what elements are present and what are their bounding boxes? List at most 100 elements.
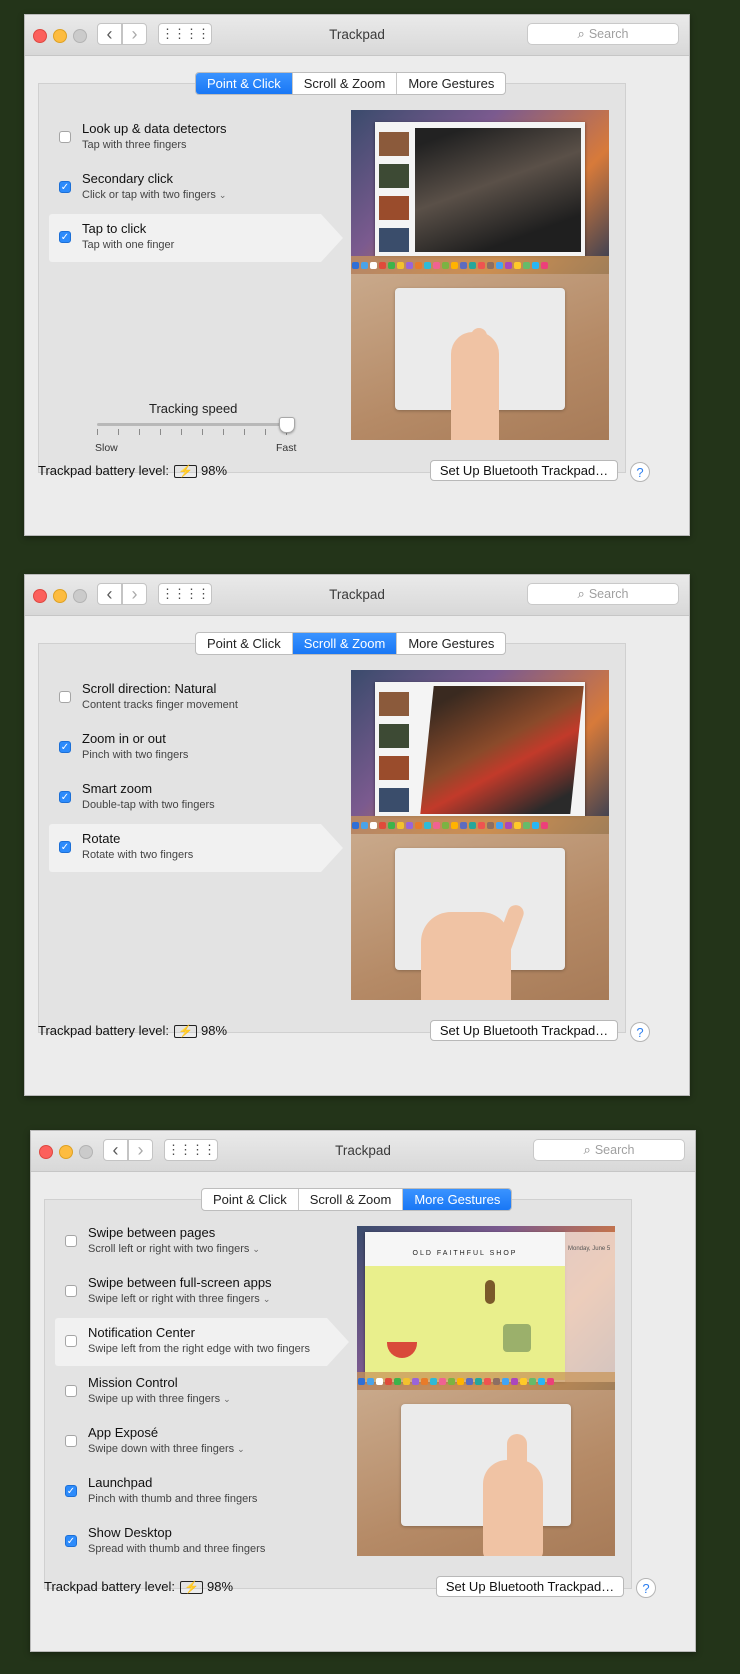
- tab-bar: Point & Click Scroll & Zoom More Gesture…: [201, 1188, 513, 1211]
- option-subtitle: Tap with one finger: [82, 239, 175, 251]
- option-subtitle[interactable]: Swipe up with three fingers ⌄: [88, 1393, 231, 1405]
- shop-name: OLD FAITHFUL SHOP: [412, 1250, 518, 1257]
- option-title: Mission Control: [88, 1375, 178, 1390]
- help-button[interactable]: ?: [630, 462, 650, 482]
- tracking-speed-slider[interactable]: [97, 423, 287, 426]
- search-field[interactable]: ⌕ Search: [527, 23, 679, 45]
- checkbox-checked[interactable]: ✓: [59, 841, 71, 853]
- slider-knob[interactable]: [279, 417, 295, 433]
- option-subtitle: Spread with thumb and three fingers: [88, 1543, 266, 1555]
- option-title: App Exposé: [88, 1425, 159, 1440]
- search-icon: ⌕: [577, 26, 585, 41]
- checkbox-checked[interactable]: ✓: [59, 791, 71, 803]
- chevron-down-icon: ⌄: [252, 1244, 260, 1254]
- option-title: Swipe between full-screen apps: [88, 1275, 272, 1290]
- checkbox-checked[interactable]: ✓: [59, 741, 71, 753]
- content-panel: Point & Click Scroll & Zoom More Gesture…: [38, 632, 626, 1033]
- gesture-preview-video: [351, 670, 609, 1000]
- option-subtitle: Swipe left from the right edge with two …: [88, 1343, 310, 1355]
- option-mission-control[interactable]: Mission Control Swipe up with three fing…: [55, 1368, 327, 1416]
- search-placeholder: Search: [588, 587, 629, 601]
- title-bar: ‹ › ⋮⋮⋮⋮ Trackpad ⌕ Search: [25, 575, 689, 616]
- option-smart-zoom[interactable]: ✓ Smart zoom Double-tap with two fingers: [49, 774, 321, 822]
- chevron-down-icon: ⌄: [223, 1394, 231, 1404]
- option-notification-center[interactable]: Notification Center Swipe left from the …: [55, 1318, 349, 1366]
- checkbox[interactable]: [65, 1385, 77, 1397]
- option-tap-to-click[interactable]: ✓ Tap to click Tap with one finger: [49, 214, 343, 262]
- title-bar: ‹ › ⋮⋮⋮⋮ Trackpad ⌕ Search: [31, 1131, 695, 1172]
- option-swipe-pages[interactable]: Swipe between pages Scroll left or right…: [55, 1218, 327, 1266]
- option-subtitle[interactable]: Swipe left or right with three fingers ⌄: [88, 1293, 270, 1305]
- setup-bluetooth-button[interactable]: Set Up Bluetooth Trackpad…: [430, 460, 618, 481]
- battery-icon: ⚡: [174, 465, 197, 478]
- checkbox[interactable]: [59, 691, 71, 703]
- preview-dock: [351, 816, 609, 834]
- option-rotate[interactable]: ✓ Rotate Rotate with two fingers: [49, 824, 343, 872]
- checkbox-checked[interactable]: ✓: [65, 1485, 77, 1497]
- tab-more-gestures[interactable]: More Gestures: [402, 1189, 512, 1210]
- option-swipe-fullscreen[interactable]: Swipe between full-screen apps Swipe lef…: [55, 1268, 327, 1316]
- option-title: Notification Center: [88, 1325, 195, 1340]
- trackpad-window-more-gestures: ‹ › ⋮⋮⋮⋮ Trackpad ⌕ Search Point & Click …: [30, 1130, 696, 1652]
- option-launchpad[interactable]: ✓ Launchpad Pinch with thumb and three f…: [55, 1468, 327, 1516]
- search-placeholder: Search: [588, 27, 629, 41]
- option-title: Rotate: [82, 831, 121, 846]
- trackpad-window-point-click: ‹ › ⋮⋮⋮⋮ Trackpad ⌕ Search Point & Click …: [24, 14, 690, 536]
- option-subtitle[interactable]: Click or tap with two fingers ⌄: [82, 189, 226, 201]
- tab-scroll-zoom[interactable]: Scroll & Zoom: [291, 633, 397, 654]
- option-show-desktop[interactable]: ✓ Show Desktop Spread with thumb and thr…: [55, 1518, 327, 1566]
- tab-bar: Point & Click Scroll & Zoom More Gesture…: [195, 72, 507, 95]
- tab-bar: Point & Click Scroll & Zoom More Gesture…: [195, 632, 507, 655]
- preview-screen: [351, 670, 609, 834]
- search-field[interactable]: ⌕ Search: [527, 583, 679, 605]
- checkbox-checked[interactable]: ✓: [65, 1535, 77, 1547]
- checkbox[interactable]: [65, 1235, 77, 1247]
- tab-scroll-zoom[interactable]: Scroll & Zoom: [291, 73, 397, 94]
- slider-max-label: Fast: [276, 442, 297, 454]
- chevron-down-icon: ⌄: [262, 1294, 271, 1304]
- preview-desk: [351, 834, 609, 1000]
- battery-icon: ⚡: [180, 1581, 203, 1594]
- preview-dock: [357, 1372, 615, 1390]
- option-look-up[interactable]: Look up & data detectors Tap with three …: [49, 114, 321, 162]
- option-scroll-direction[interactable]: Scroll direction: Natural Content tracks…: [49, 674, 321, 722]
- preview-screen: OLD FAITHFUL SHOP Monday, June 5: [357, 1226, 615, 1390]
- option-app-expose[interactable]: App Exposé Swipe down with three fingers…: [55, 1418, 327, 1466]
- tab-point-click[interactable]: Point & Click: [202, 1189, 298, 1210]
- option-subtitle[interactable]: Scroll left or right with two fingers ⌄: [88, 1243, 260, 1255]
- setup-bluetooth-button[interactable]: Set Up Bluetooth Trackpad…: [430, 1020, 618, 1041]
- tab-scroll-zoom[interactable]: Scroll & Zoom: [297, 1189, 403, 1210]
- checkbox[interactable]: [65, 1285, 77, 1297]
- option-title: Launchpad: [88, 1475, 153, 1490]
- checkbox-checked[interactable]: ✓: [59, 181, 71, 193]
- checkbox-checked[interactable]: ✓: [59, 231, 71, 243]
- preview-photos-window: [375, 122, 585, 256]
- option-zoom[interactable]: ✓ Zoom in or out Pinch with two fingers: [49, 724, 321, 772]
- search-field[interactable]: ⌕ Search: [533, 1139, 685, 1161]
- checkbox[interactable]: [59, 131, 71, 143]
- notification-center-panel: Monday, June 5: [565, 1232, 615, 1382]
- gesture-preview-video: [351, 110, 609, 440]
- slider-min-label: Slow: [95, 442, 118, 454]
- option-subtitle: Tap with three fingers: [82, 139, 187, 151]
- option-title: Tap to click: [82, 221, 147, 236]
- option-subtitle[interactable]: Swipe down with three fingers ⌄: [88, 1443, 245, 1455]
- tab-more-gestures[interactable]: More Gestures: [396, 633, 505, 654]
- setup-bluetooth-button[interactable]: Set Up Bluetooth Trackpad…: [436, 1576, 624, 1597]
- option-title: Show Desktop: [88, 1525, 172, 1540]
- option-subtitle: Rotate with two fingers: [82, 849, 194, 861]
- content-panel: Point & Click Scroll & Zoom More Gesture…: [44, 1188, 632, 1589]
- tab-point-click[interactable]: Point & Click: [196, 633, 292, 654]
- tab-point-click[interactable]: Point & Click: [196, 73, 292, 94]
- checkbox[interactable]: [65, 1435, 77, 1447]
- preview-desk: [351, 274, 609, 440]
- help-button[interactable]: ?: [636, 1578, 656, 1598]
- tab-more-gestures[interactable]: More Gestures: [396, 73, 505, 94]
- option-secondary-click[interactable]: ✓ Secondary click Click or tap with two …: [49, 164, 321, 212]
- checkbox[interactable]: [65, 1335, 77, 1347]
- tracking-speed-label: Tracking speed: [149, 401, 238, 416]
- preview-desk: [357, 1390, 615, 1556]
- battery-icon: ⚡: [174, 1025, 197, 1038]
- help-button[interactable]: ?: [630, 1022, 650, 1042]
- preview-screen: [351, 110, 609, 274]
